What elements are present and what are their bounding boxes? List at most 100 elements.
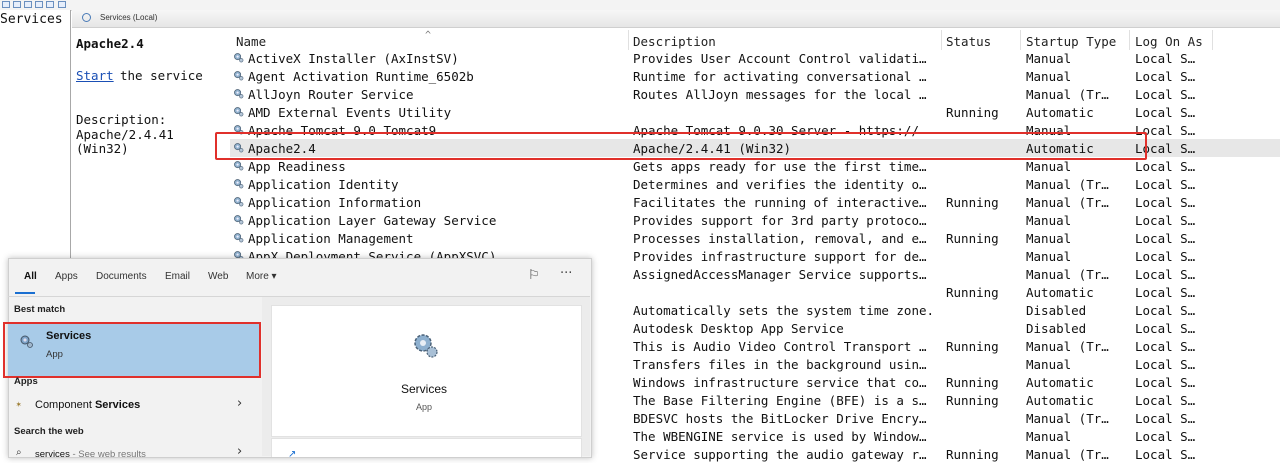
best-match-header: Best match bbox=[14, 304, 66, 315]
service-log-on-as: Local S… bbox=[1135, 177, 1196, 192]
service-row[interactable]: AllJoyn Router Service Routes AllJoyn mes… bbox=[230, 85, 1280, 103]
web-hint: - See web results bbox=[72, 449, 146, 460]
service-log-on-as: Local S… bbox=[1135, 339, 1196, 354]
forward-icon[interactable] bbox=[13, 1, 21, 8]
open-icon[interactable]: ↗ bbox=[288, 449, 296, 460]
app-result-component-services[interactable]: Component Services bbox=[35, 399, 140, 411]
column-divider[interactable] bbox=[1129, 30, 1130, 50]
service-description: Autodesk Desktop App Service bbox=[633, 321, 844, 336]
service-startup-type: Manual bbox=[1026, 231, 1072, 246]
service-row[interactable]: Application Identity Determines and verif… bbox=[230, 175, 1280, 193]
services-gear-icon bbox=[18, 333, 34, 349]
service-log-on-as: Local S… bbox=[1135, 123, 1196, 138]
service-description: Windows infrastructure service that co… bbox=[633, 375, 927, 390]
service-startup-type: Manual (Tr… bbox=[1026, 195, 1109, 210]
properties-icon[interactable] bbox=[35, 1, 43, 8]
service-row[interactable]: AMD External Events Utility Running Automa… bbox=[230, 103, 1280, 121]
web-search-result[interactable]: services - See web results bbox=[35, 449, 146, 460]
service-startup-type: Manual (Tr… bbox=[1026, 177, 1109, 192]
service-description: Service supporting the audio gateway r… bbox=[633, 447, 927, 462]
tab-email[interactable]: Email bbox=[165, 271, 190, 282]
service-gear-icon bbox=[234, 107, 244, 117]
service-startup-type: Manual bbox=[1026, 357, 1072, 372]
column-header-startup-type[interactable]: Startup Type bbox=[1026, 34, 1116, 49]
tab-web[interactable]: Web bbox=[208, 271, 228, 282]
service-startup-type: Manual bbox=[1026, 51, 1072, 66]
service-name: Agent Activation Runtime_6502b bbox=[248, 69, 474, 84]
service-status: Running bbox=[946, 375, 999, 390]
column-header-description[interactable]: Description bbox=[633, 34, 716, 49]
preview-card bbox=[271, 305, 582, 437]
more-options-icon[interactable]: ··· bbox=[560, 266, 572, 281]
service-description: Transfers files in the background usin… bbox=[633, 357, 927, 372]
best-match-title: Services bbox=[46, 330, 92, 342]
chevron-right-icon[interactable]: › bbox=[237, 444, 242, 459]
service-row[interactable]: Agent Activation Runtime_6502b Runtime fo… bbox=[230, 67, 1280, 85]
preview-title: Services bbox=[401, 382, 448, 396]
service-name: Application Information bbox=[248, 195, 422, 210]
service-row[interactable]: Application Layer Gateway Service Provide… bbox=[230, 211, 1280, 229]
service-startup-type: Manual (Tr… bbox=[1026, 87, 1109, 102]
service-startup-type: Manual (Tr… bbox=[1026, 447, 1109, 462]
services-header-bar bbox=[72, 10, 1280, 28]
tab-more[interactable]: More ▾ bbox=[246, 271, 277, 282]
service-status: Running bbox=[946, 447, 999, 462]
service-row[interactable]: ActiveX Installer (AxInstSV) Provides Use… bbox=[230, 49, 1280, 67]
back-icon[interactable] bbox=[2, 1, 10, 8]
service-gear-icon bbox=[234, 233, 244, 243]
column-header-log-on-as[interactable]: Log On As bbox=[1135, 34, 1203, 49]
help-icon[interactable] bbox=[58, 1, 66, 8]
tab-apps[interactable]: Apps bbox=[55, 271, 78, 282]
up-icon[interactable] bbox=[24, 1, 32, 8]
tab-documents[interactable]: Documents bbox=[96, 271, 147, 282]
feedback-icon[interactable]: ⚐ bbox=[528, 268, 540, 283]
service-description: Gets apps ready for use the first time… bbox=[633, 159, 927, 174]
column-header-status[interactable]: Status bbox=[946, 34, 991, 49]
header-title: Services (Local) bbox=[100, 13, 158, 22]
service-log-on-as: Local S… bbox=[1135, 213, 1196, 228]
service-gear-icon bbox=[234, 89, 244, 99]
column-divider[interactable] bbox=[941, 30, 942, 50]
service-name: Application Identity bbox=[248, 177, 399, 192]
chevron-right-icon[interactable]: › bbox=[237, 396, 242, 411]
service-row[interactable]: Application Management Processes installa… bbox=[230, 229, 1280, 247]
service-log-on-as: Local S… bbox=[1135, 411, 1196, 426]
service-description: BDESVC hosts the BitLocker Drive Encry… bbox=[633, 411, 927, 426]
app-result-prefix: Component bbox=[35, 399, 95, 411]
column-divider[interactable] bbox=[628, 30, 629, 50]
sort-ascending-icon: ^ bbox=[425, 30, 432, 41]
column-divider[interactable] bbox=[1020, 30, 1021, 50]
tree-item-services[interactable]: Services ( bbox=[0, 12, 78, 27]
tab-all[interactable]: All bbox=[24, 271, 37, 282]
service-status: Running bbox=[946, 285, 999, 300]
service-startup-type: Manual bbox=[1026, 213, 1072, 228]
service-gear-icon bbox=[234, 71, 244, 81]
service-status: Running bbox=[946, 105, 999, 120]
start-service-text: the service bbox=[120, 68, 203, 83]
service-description: Runtime for activating conversational … bbox=[633, 69, 927, 84]
service-row[interactable]: Application Information Facilitates the r… bbox=[230, 193, 1280, 211]
search-web-header: Search the web bbox=[14, 426, 84, 437]
service-startup-type: Automatic bbox=[1026, 375, 1094, 390]
service-startup-type: Automatic bbox=[1026, 285, 1094, 300]
service-log-on-as: Local S… bbox=[1135, 429, 1196, 444]
service-log-on-as: Local S… bbox=[1135, 249, 1196, 264]
service-description: Provides support for 3rd party protoco… bbox=[633, 213, 927, 228]
service-log-on-as: Local S… bbox=[1135, 87, 1196, 102]
service-startup-type: Manual (Tr… bbox=[1026, 411, 1109, 426]
service-description: Routes AllJoyn messages for the local … bbox=[633, 87, 927, 102]
start-service-link[interactable]: Start bbox=[76, 68, 114, 83]
column-header-name[interactable]: Name bbox=[236, 34, 266, 49]
refresh-icon[interactable] bbox=[46, 1, 54, 8]
service-log-on-as: Local S… bbox=[1135, 447, 1196, 462]
preview-subtitle: App bbox=[416, 402, 433, 412]
service-log-on-as: Local S… bbox=[1135, 375, 1196, 390]
service-log-on-as: Local S… bbox=[1135, 321, 1196, 336]
service-name: ActiveX Installer (AxInstSV) bbox=[248, 51, 459, 66]
column-divider[interactable] bbox=[1212, 30, 1213, 50]
service-status: Running bbox=[946, 393, 999, 408]
service-log-on-as: Local S… bbox=[1135, 357, 1196, 372]
app-result-match: Services bbox=[94, 399, 141, 411]
service-description: Determines and verifies the identity o… bbox=[633, 177, 927, 192]
component-services-icon: ✶ bbox=[16, 400, 22, 410]
